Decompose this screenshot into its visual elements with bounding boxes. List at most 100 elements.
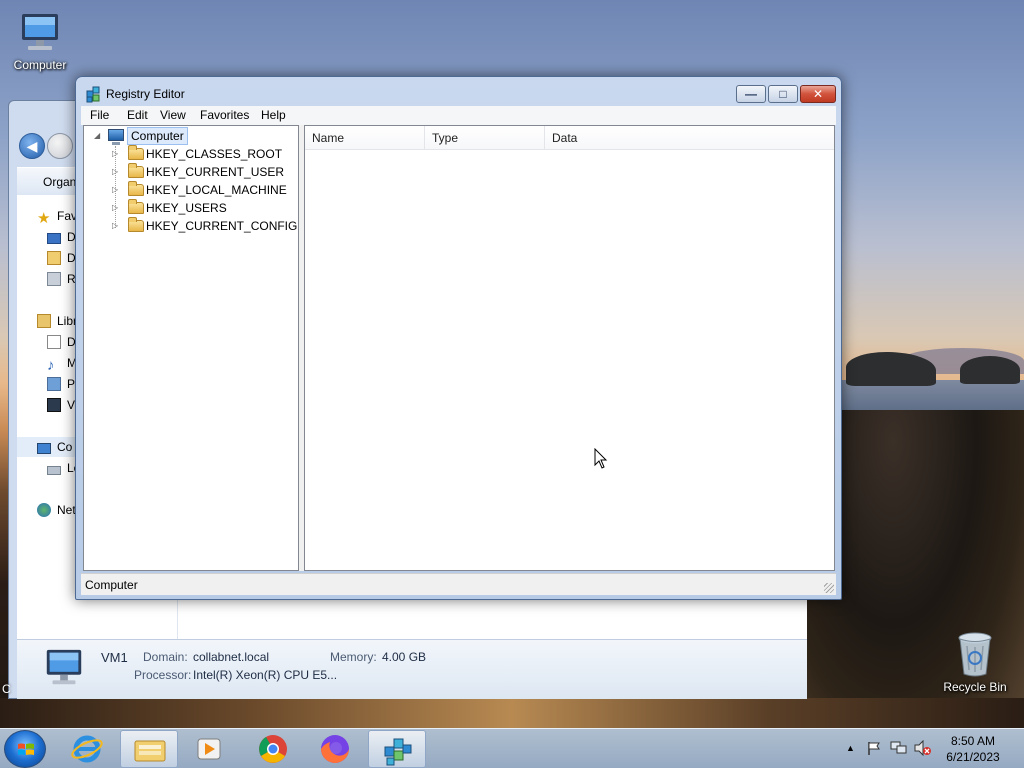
tree-node-hkey-users[interactable]: ▷ HKEY_USERS xyxy=(108,199,298,217)
computer-icon xyxy=(108,129,124,145)
music-icon: ♪ xyxy=(47,357,55,374)
network-icon xyxy=(37,503,51,517)
sidebar-computer-label: Co xyxy=(57,440,73,454)
action-center-flag-icon[interactable] xyxy=(866,740,882,756)
desktop-computer-icon[interactable]: Computer xyxy=(2,10,78,72)
sidebar-item-documents[interactable]: D xyxy=(47,333,76,351)
wallpaper-ground xyxy=(0,698,1024,728)
sidebar-favorites-label: Fav xyxy=(57,209,78,223)
pictures-icon xyxy=(47,377,61,391)
desktop-recycle-bin-icon[interactable]: Recycle Bin xyxy=(937,630,1013,694)
resize-grip-icon[interactable] xyxy=(824,583,834,593)
media-player-icon xyxy=(197,738,221,760)
videos-icon xyxy=(47,398,61,412)
domain-value: collabnet.local xyxy=(193,650,270,664)
tree-node-hkey-local-machine[interactable]: ▷ HKEY_LOCAL_MACHINE xyxy=(108,181,298,199)
maximize-icon: □ xyxy=(779,87,787,101)
details-pane: VM1 Domain: collabnet.local Memory: 4.00… xyxy=(17,639,807,699)
expand-arrow-icon[interactable]: ▷ xyxy=(112,217,118,235)
column-header-data[interactable]: Data xyxy=(545,126,834,150)
close-button[interactable]: ✕ xyxy=(800,85,836,103)
taskbar-media-player[interactable] xyxy=(180,730,238,768)
computer-icon xyxy=(46,649,82,685)
desktop-partial-label: C xyxy=(2,682,11,696)
sidebar-item-videos[interactable]: V xyxy=(47,396,75,414)
processor-label: Processor: xyxy=(134,668,192,682)
folder-icon xyxy=(128,181,144,196)
computer-icon xyxy=(22,14,58,50)
close-icon: ✕ xyxy=(812,87,824,101)
tree-node-label: HKEY_LOCAL_MACHINE xyxy=(146,183,287,197)
menu-view[interactable]: View xyxy=(156,108,190,123)
tree-node-label: Computer xyxy=(127,127,188,145)
tree-node-hkey-classes-root[interactable]: ▷ HKEY_CLASSES_ROOT xyxy=(108,145,298,163)
sidebar-network-label: Net xyxy=(57,503,76,517)
taskbar-internet-explorer[interactable] xyxy=(58,730,116,768)
tree-node-computer[interactable]: ◢ Computer xyxy=(90,127,290,145)
expand-arrow-icon[interactable]: ▷ xyxy=(112,163,118,181)
minimize-icon: — xyxy=(745,87,757,101)
window-title: Registry Editor xyxy=(106,87,185,101)
show-hidden-icons-icon[interactable]: ▲ xyxy=(846,743,855,753)
start-button[interactable] xyxy=(4,730,46,768)
expand-arrow-icon[interactable]: ▷ xyxy=(112,199,118,217)
taskbar-chrome[interactable] xyxy=(244,730,302,768)
registry-editor-window[interactable]: Registry Editor — □ ✕ File Edit View Fav… xyxy=(75,76,842,600)
memory-value: 4.00 GB xyxy=(382,650,427,664)
taskbar: ▲ 8:50 AM 6/21/2023 xyxy=(0,728,1024,768)
maximize-button[interactable]: □ xyxy=(768,85,798,103)
values-list[interactable]: Name Type Data xyxy=(304,125,835,571)
menu-file[interactable]: File xyxy=(86,108,113,123)
domain-label: Domain: xyxy=(143,650,188,664)
column-header-type[interactable]: Type xyxy=(425,126,545,150)
folder-icon xyxy=(128,145,144,160)
taskbar-file-explorer[interactable] xyxy=(120,730,178,768)
sidebar-item-downloads[interactable]: D xyxy=(47,249,76,267)
tree-node-label: HKEY_USERS xyxy=(146,201,227,215)
tree-node-hkey-current-config[interactable]: ▷ HKEY_CURRENT_CONFIG xyxy=(108,217,298,235)
registry-editor-icon xyxy=(384,738,412,766)
arrow-left-icon: ◀ xyxy=(26,138,38,154)
mouse-cursor-icon xyxy=(594,448,608,469)
tree-node-label: HKEY_CURRENT_USER xyxy=(146,165,285,179)
registry-tree[interactable]: ◢ Computer ▷ HKEY_CLASSES_ROOT ▷ HKEY_CU… xyxy=(83,125,299,571)
sidebar-item-pictures[interactable]: P xyxy=(47,375,75,393)
expand-arrow-icon[interactable]: ▷ xyxy=(112,181,118,199)
firefox-icon xyxy=(321,735,349,763)
back-button[interactable]: ◀ xyxy=(19,133,45,159)
menu-favorites[interactable]: Favorites xyxy=(196,108,253,123)
menu-bar: File Edit View Favorites Help xyxy=(81,106,836,125)
sidebar-libraries[interactable]: Libr xyxy=(37,312,77,330)
menu-help[interactable]: Help xyxy=(257,108,290,123)
sidebar-item-music[interactable]: ♪ M xyxy=(47,354,77,374)
sidebar-libraries-label: Libr xyxy=(57,314,78,328)
sidebar-favorites[interactable]: ★ Fav xyxy=(37,207,78,227)
sidebar-network[interactable]: Net xyxy=(37,501,76,519)
sidebar-item-recent[interactable]: R xyxy=(47,270,76,288)
processor-value: Intel(R) Xeon(R) CPU E5... xyxy=(193,668,338,682)
folder-icon xyxy=(128,217,144,232)
collapse-arrow-icon[interactable]: ◢ xyxy=(94,127,100,145)
system-tray: ▲ 8:50 AM 6/21/2023 xyxy=(842,729,1024,768)
internet-explorer-icon xyxy=(71,735,103,763)
libraries-icon xyxy=(37,314,51,328)
star-icon: ★ xyxy=(37,210,51,227)
column-header-name[interactable]: Name xyxy=(305,126,425,150)
menu-edit[interactable]: Edit xyxy=(123,108,152,123)
forward-button[interactable] xyxy=(47,133,73,159)
taskbar-firefox[interactable] xyxy=(306,730,364,768)
network-status-icon[interactable] xyxy=(890,740,908,756)
minimize-button[interactable]: — xyxy=(736,85,766,103)
tree-node-hkey-current-user[interactable]: ▷ HKEY_CURRENT_USER xyxy=(108,163,298,181)
taskbar-registry-editor[interactable] xyxy=(368,730,426,768)
memory-label: Memory: xyxy=(330,650,377,664)
volume-muted-icon[interactable] xyxy=(914,740,932,756)
expand-arrow-icon[interactable]: ▷ xyxy=(112,145,118,163)
sidebar-item-label: V xyxy=(67,398,76,412)
clock[interactable]: 8:50 AM 6/21/2023 xyxy=(942,733,1004,765)
computer-name: VM1 xyxy=(101,650,128,665)
folder-icon xyxy=(128,199,144,214)
sidebar-computer[interactable]: Co xyxy=(37,438,72,456)
sidebar-item-label: P xyxy=(67,377,76,391)
sidebar-item-desktop[interactable]: D xyxy=(47,228,76,246)
